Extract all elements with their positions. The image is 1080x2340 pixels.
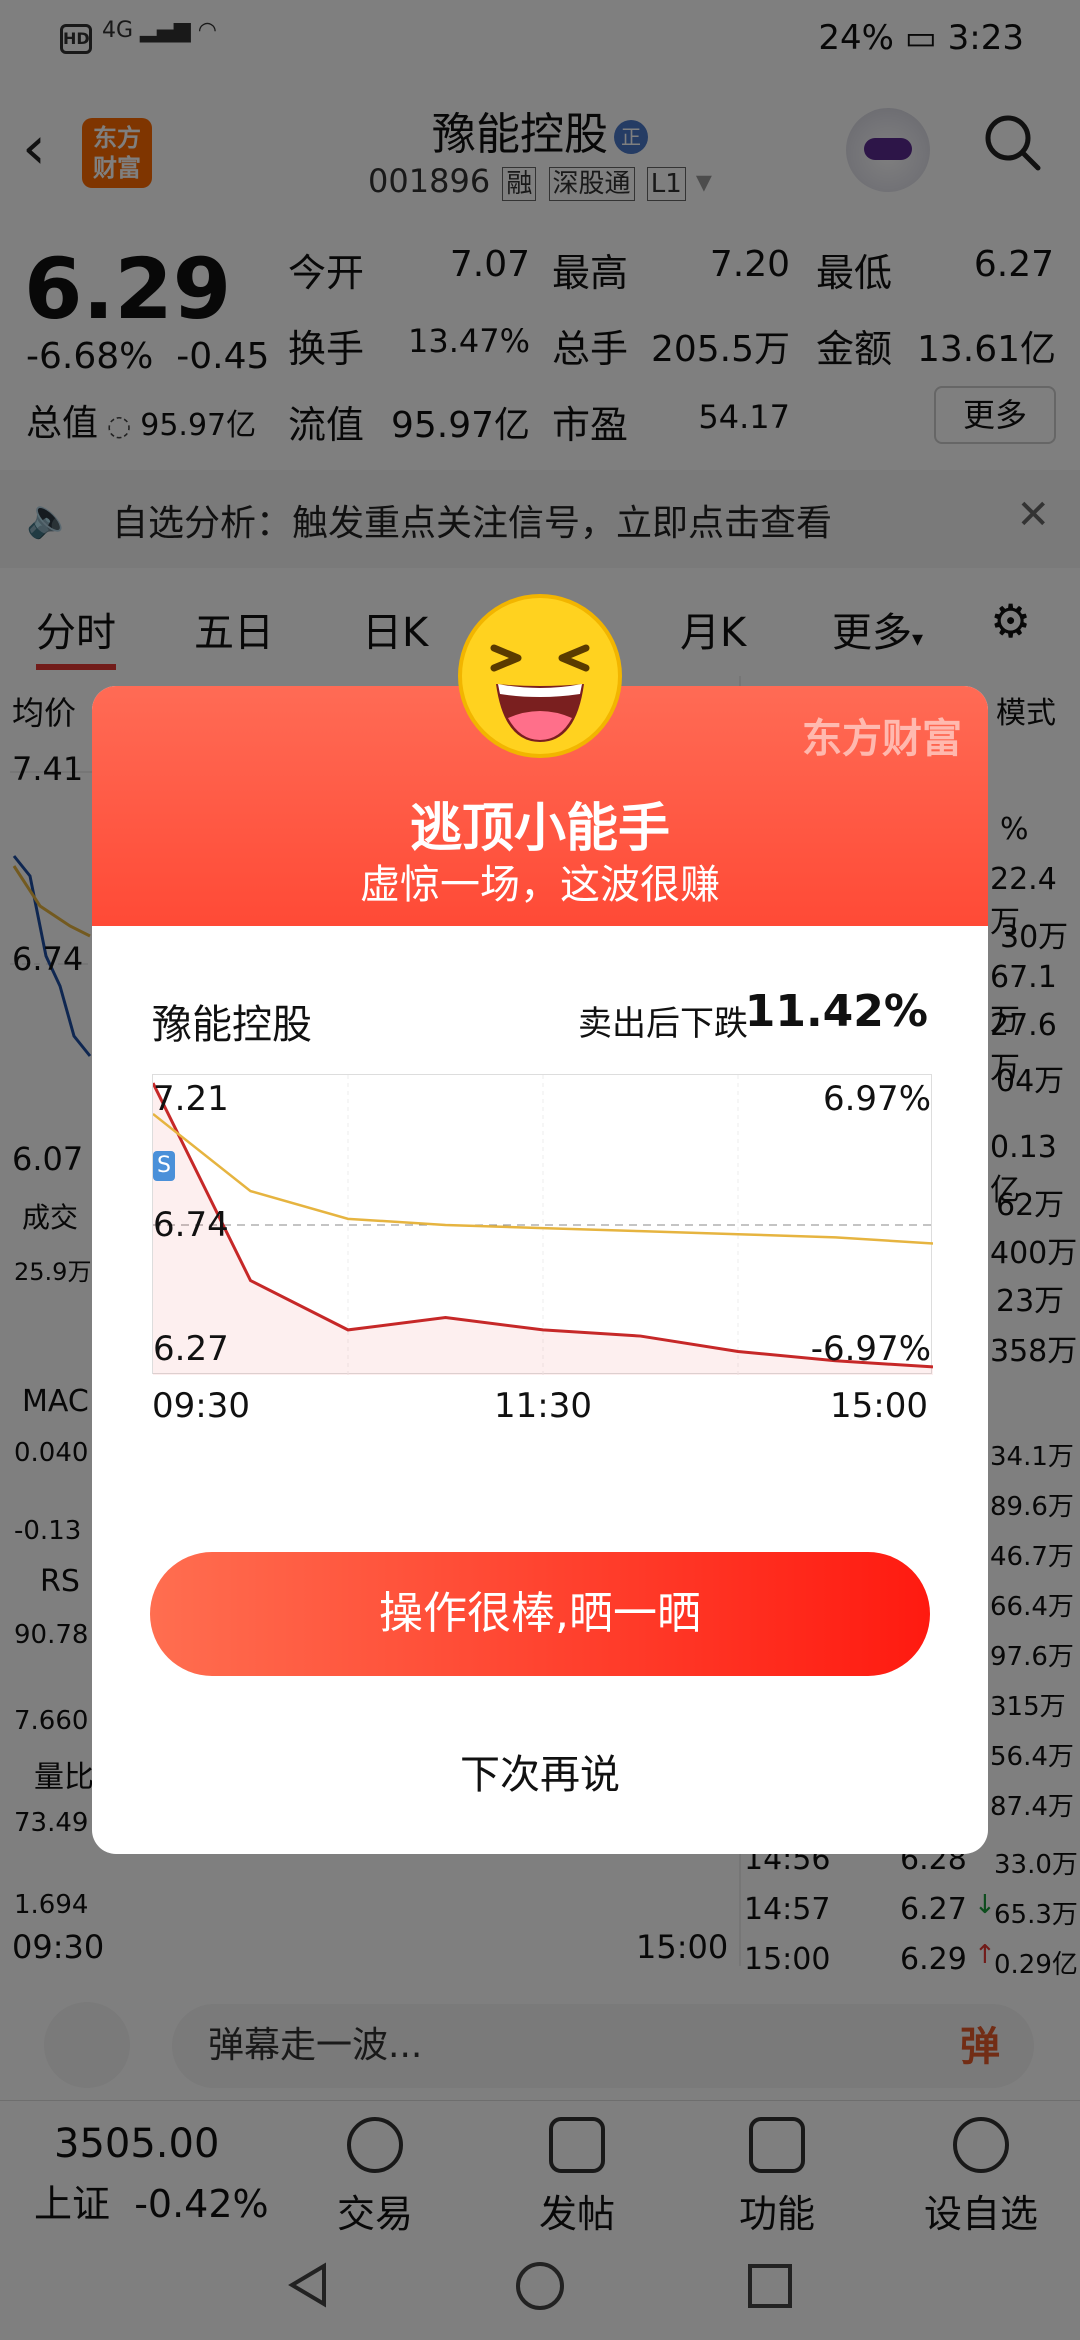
drop-label: 卖出后下跌 <box>578 1004 748 1044</box>
x-axis-mid: 11:30 <box>494 1386 592 1426</box>
pct-axis-low: -6.97% <box>810 1329 931 1369</box>
x-axis-end: 15:00 <box>830 1386 928 1426</box>
y-axis-low: 6.27 <box>153 1329 229 1369</box>
y-axis-high: 7.21 <box>153 1079 229 1119</box>
share-button[interactable]: 操作很棒,晒一晒 <box>150 1552 930 1676</box>
sell-marker: S <box>153 1151 175 1181</box>
laughing-face-icon <box>458 594 622 758</box>
dialog-stock-name: 豫能控股 <box>152 1002 312 1048</box>
later-button[interactable]: 下次再说 <box>92 1742 988 1800</box>
brand-watermark: 东方财富 <box>802 716 962 762</box>
y-axis-mid: 6.74 <box>153 1205 229 1245</box>
pct-axis-high: 6.97% <box>822 1079 931 1119</box>
x-axis-start: 09:30 <box>152 1386 250 1426</box>
intraday-chart: 7.21 6.74 6.27 6.97% -6.97% S <box>151 1074 934 1375</box>
escape-top-dialog: 东方财富 逃顶小能手 虚惊一场，这波很赚 豫能控股 卖出后下跌 11.42% 7… <box>92 686 988 1854</box>
drop-percent: 11.42% <box>744 986 928 1037</box>
dialog-subtitle: 虚惊一场，这波很赚 <box>360 862 720 908</box>
dialog-title: 逃顶小能手 <box>409 799 670 859</box>
